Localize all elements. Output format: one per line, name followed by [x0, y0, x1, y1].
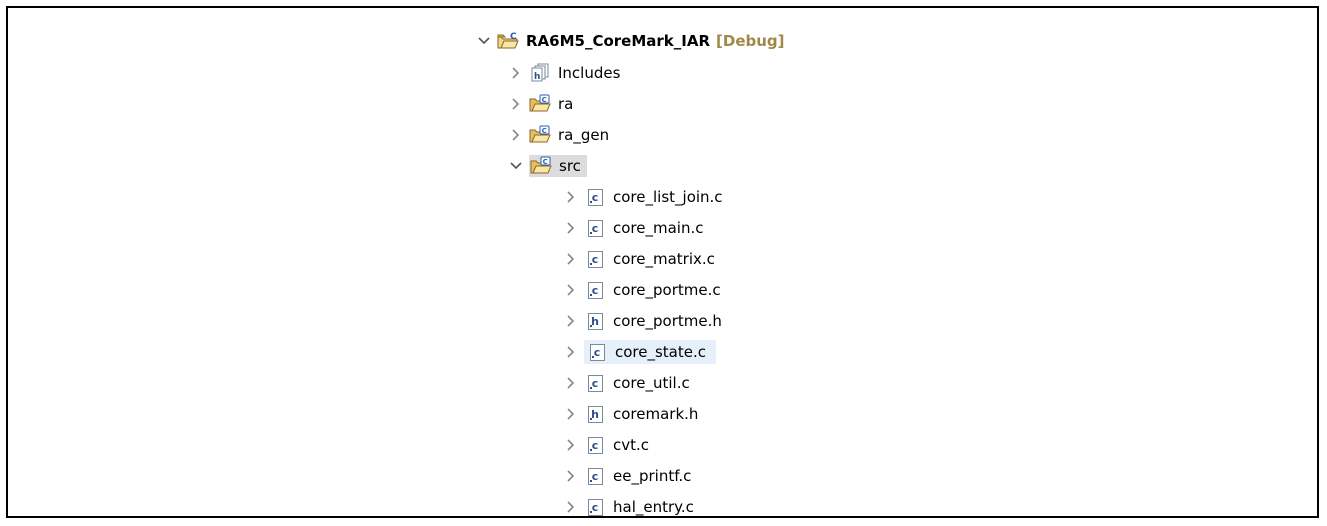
- tree-item-label[interactable]: ra_gen: [556, 125, 611, 145]
- c-file-icon: c: [584, 497, 606, 517]
- project-explorer-frame: C RA6M5_CoreMark_IAR [Debug] h Includes: [6, 6, 1319, 518]
- tree-item-ra[interactable]: C ra: [508, 91, 575, 117]
- source-folder-icon: C: [529, 125, 551, 145]
- chevron-right-icon[interactable]: [563, 187, 579, 207]
- chevron-right-icon[interactable]: [563, 342, 579, 362]
- source-folder-icon: C: [529, 94, 551, 114]
- chevron-right-icon[interactable]: [563, 435, 579, 455]
- file-core-portme-c[interactable]: c core_portme.c: [563, 277, 723, 303]
- file-label[interactable]: hal_entry.c: [611, 497, 696, 517]
- chevron-right-icon[interactable]: [508, 125, 524, 145]
- chevron-right-icon[interactable]: [563, 218, 579, 238]
- chevron-right-icon[interactable]: [563, 404, 579, 424]
- c-file-icon: c: [584, 435, 606, 455]
- project-name[interactable]: RA6M5_CoreMark_IAR: [524, 31, 712, 51]
- file-ee-printf-c[interactable]: c ee_printf.c: [563, 463, 693, 489]
- chevron-right-icon[interactable]: [563, 497, 579, 517]
- file-label[interactable]: core_list_join.c: [611, 187, 725, 207]
- tree-item-label[interactable]: Includes: [556, 63, 622, 83]
- file-label[interactable]: core_portme.c: [611, 280, 723, 300]
- svg-text:C: C: [542, 127, 547, 135]
- chevron-right-icon[interactable]: [563, 311, 579, 331]
- file-label[interactable]: cvt.c: [611, 435, 651, 455]
- file-label[interactable]: core_util.c: [611, 373, 692, 393]
- project-root-row[interactable]: C RA6M5_CoreMark_IAR [Debug]: [476, 28, 785, 54]
- c-file-icon: c: [584, 249, 606, 269]
- chevron-down-icon[interactable]: [476, 31, 492, 51]
- file-cvt-c[interactable]: c cvt.c: [563, 432, 651, 458]
- file-core-state-c[interactable]: c core_state.c: [563, 339, 717, 365]
- hover-highlight: c core_state.c: [584, 340, 717, 364]
- chevron-right-icon[interactable]: [563, 280, 579, 300]
- c-file-icon: c: [586, 342, 608, 362]
- file-hal-entry-c[interactable]: c hal_entry.c: [563, 494, 696, 520]
- file-core-main-c[interactable]: c core_main.c: [563, 215, 705, 241]
- c-project-icon: C: [497, 31, 519, 51]
- c-file-icon: c: [584, 280, 606, 300]
- h-file-icon: h: [584, 311, 606, 331]
- chevron-right-icon[interactable]: [563, 373, 579, 393]
- svg-text:h: h: [534, 72, 540, 82]
- svg-text:C: C: [542, 96, 547, 104]
- chevron-right-icon[interactable]: [563, 466, 579, 486]
- file-label[interactable]: core_matrix.c: [611, 249, 717, 269]
- chevron-down-icon[interactable]: [508, 156, 524, 176]
- file-core-matrix-c[interactable]: c core_matrix.c: [563, 246, 717, 272]
- file-label[interactable]: core_main.c: [611, 218, 705, 238]
- file-core-portme-h[interactable]: h core_portme.h: [563, 308, 724, 334]
- file-label[interactable]: ee_printf.c: [611, 466, 693, 486]
- file-label[interactable]: coremark.h: [611, 404, 700, 424]
- tree-item-includes[interactable]: h Includes: [508, 60, 622, 86]
- c-file-icon: c: [584, 373, 606, 393]
- h-file-icon: h: [584, 404, 606, 424]
- includes-icon: h: [529, 63, 551, 83]
- c-file-icon: c: [584, 466, 606, 486]
- file-label[interactable]: core_state.c: [613, 342, 708, 362]
- file-core-list-join-c[interactable]: c core_list_join.c: [563, 184, 725, 210]
- tree-item-src[interactable]: C src: [508, 153, 587, 179]
- selection-highlight: C src: [529, 155, 587, 177]
- file-coremark-h[interactable]: h coremark.h: [563, 401, 700, 427]
- tree-item-label[interactable]: src: [557, 156, 583, 176]
- svg-text:C: C: [510, 32, 517, 42]
- tree-item-label[interactable]: ra: [556, 94, 575, 114]
- chevron-right-icon[interactable]: [508, 63, 524, 83]
- build-config-decoration: [Debug]: [716, 32, 785, 50]
- chevron-right-icon[interactable]: [508, 94, 524, 114]
- svg-text:C: C: [543, 158, 548, 166]
- file-label[interactable]: core_portme.h: [611, 311, 724, 331]
- tree-item-ra-gen[interactable]: C ra_gen: [508, 122, 611, 148]
- c-file-icon: c: [584, 187, 606, 207]
- c-file-icon: c: [584, 218, 606, 238]
- chevron-right-icon[interactable]: [563, 249, 579, 269]
- source-folder-icon: C: [530, 156, 552, 176]
- file-core-util-c[interactable]: c core_util.c: [563, 370, 692, 396]
